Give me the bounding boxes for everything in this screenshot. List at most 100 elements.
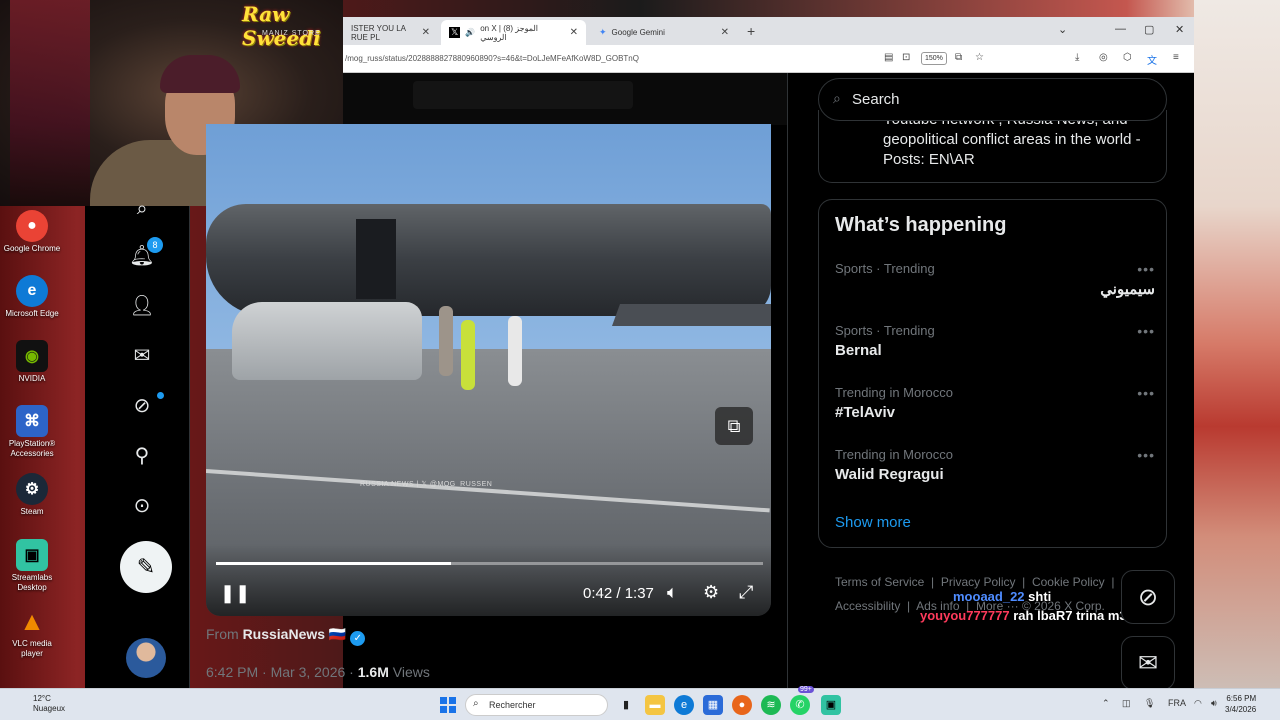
trend-category: Trending in Morocco xyxy=(835,447,954,462)
desktop-icon-playstation[interactable]: ⌘ PlayStation® Accessories xyxy=(2,405,62,459)
more-icon[interactable]: ⊙ xyxy=(129,493,155,519)
fullscreen-icon[interactable]: ⤢ xyxy=(739,582,753,603)
firefox-icon[interactable]: ● xyxy=(732,695,752,715)
footer-link-cookies[interactable]: Cookie Policy xyxy=(1032,575,1105,589)
extensions-icon[interactable]: ⬡ xyxy=(1123,52,1132,63)
volume-icon[interactable]: 🔈︎ xyxy=(667,582,678,603)
chat-message: shti xyxy=(1028,589,1052,604)
tab-gemini[interactable]: ✦ Google Gemini ✕ xyxy=(591,20,737,45)
close-tab-icon[interactable]: ✕ xyxy=(721,27,729,38)
desktop-icon-steam[interactable]: ⚙ Steam xyxy=(2,473,62,517)
from-label: From xyxy=(206,626,239,642)
desktop-icon-chrome[interactable]: ● Google Chrome xyxy=(2,210,62,254)
tab-list-chevron-icon[interactable]: ⌄ xyxy=(1058,23,1067,36)
footer-link-terms[interactable]: Terms of Service xyxy=(835,575,924,589)
desktop-icon-nvidia[interactable]: ◉ NVIDIA xyxy=(2,340,62,384)
speaker-icon[interactable]: 🔊︎ xyxy=(1211,698,1217,709)
taskbar-search[interactable]: ⌕ Rechercher xyxy=(465,694,608,716)
video-player[interactable]: RUSSIA NEWS | 𝕏 @MOG_RUSSEN ⧉ ❚❚ 0:42 / … xyxy=(206,124,771,616)
video-person xyxy=(508,316,522,386)
bookmark-star-icon[interactable]: ☆ xyxy=(975,52,984,63)
clock[interactable]: 6:56 PM 3/4/2026 xyxy=(1225,693,1256,715)
video-watermark: RUSSIA NEWS | 𝕏 @MOG_RUSSEN xyxy=(360,481,493,488)
task-view-icon[interactable]: ▮ xyxy=(616,695,636,715)
source-account-link[interactable]: RussiaNews 🇷🇺 xyxy=(243,626,347,642)
messages-icon[interactable]: ✉ xyxy=(129,343,155,369)
trend-name: Bernal xyxy=(835,342,882,359)
post-button[interactable]: ✎ xyxy=(120,541,172,593)
profile-icon[interactable]: ⚲ xyxy=(129,443,155,469)
file-explorer-icon[interactable]: ▬ xyxy=(645,695,665,715)
video-jet xyxy=(206,204,771,316)
more-options-icon[interactable]: ••• xyxy=(1137,261,1155,277)
store-icon[interactable]: ▦ xyxy=(703,695,723,715)
pip-icon[interactable]: ⧉ xyxy=(715,407,753,445)
trend-item[interactable]: Trending in Morocco Walid Regragui ••• xyxy=(835,447,1155,483)
messages-floating-button[interactable]: ✉ xyxy=(1121,636,1175,690)
grok-icon[interactable]: ⊘ xyxy=(129,393,155,419)
maximize-button[interactable]: ▢ xyxy=(1144,23,1154,36)
edge-icon[interactable]: e xyxy=(674,695,694,715)
tab-bar: ISTER YOU LA RUE PL ✕ 𝕏 🔊 on X | (8) الم… xyxy=(343,17,1194,45)
menu-icon[interactable]: ≡ xyxy=(1173,52,1179,63)
new-tab-button[interactable]: + xyxy=(747,23,755,39)
tab-x-post[interactable]: 𝕏 🔊 on X | (8) الموجز الروسي ✕ xyxy=(441,20,586,45)
trend-category: Sports · Trending xyxy=(835,323,935,338)
footer-link-privacy[interactable]: Privacy Policy xyxy=(941,575,1016,589)
playstation-icon: ⌘ xyxy=(16,405,48,437)
video-progress-bar[interactable] xyxy=(216,562,763,565)
follow-icon[interactable]: 👤︎ xyxy=(129,293,155,319)
more-options-icon[interactable]: ••• xyxy=(1137,447,1155,463)
trend-item[interactable]: Trending in Morocco #TelAviv ••• xyxy=(835,385,1155,421)
tab-streamer[interactable]: ISTER YOU LA RUE PL ✕ xyxy=(343,20,438,45)
wallpaper-right-strip xyxy=(1194,0,1280,688)
show-more-link[interactable]: Show more xyxy=(835,514,911,531)
spotify-icon[interactable]: ≋ xyxy=(761,695,781,715)
screenshot-icon[interactable]: ⊡ xyxy=(902,52,910,63)
translator-extension-icon[interactable]: 文 xyxy=(1147,52,1157,67)
avatar[interactable] xyxy=(126,638,166,678)
explore-icon[interactable]: ⌕ xyxy=(129,196,155,214)
close-tab-icon[interactable]: ✕ xyxy=(570,27,578,38)
whatsapp-icon[interactable]: ✆ xyxy=(790,695,810,715)
post-timestamp[interactable]: 6:42 PM · Mar 3, 2026 · xyxy=(206,664,358,680)
mic-icon[interactable]: 🎙︎ xyxy=(1144,698,1155,709)
webcam-lights xyxy=(10,0,90,206)
language-indicator[interactable]: FRA xyxy=(1168,698,1186,708)
footer-link-accessibility[interactable]: Accessibility xyxy=(835,599,900,613)
audio-icon[interactable]: 🔊 xyxy=(465,28,475,37)
trend-item[interactable]: Sports · Trending سيميوني ••• xyxy=(835,261,1155,298)
streamlabs-icon[interactable]: ▣ xyxy=(821,695,841,715)
video-person xyxy=(439,306,453,376)
minimize-button[interactable]: — xyxy=(1115,23,1126,35)
chrome-icon: ● xyxy=(16,210,48,242)
wifi-icon[interactable]: ◠ xyxy=(1194,698,1202,709)
url-text[interactable]: /mog_russ/status/2028888827880960890?s=4… xyxy=(345,54,639,63)
trend-item[interactable]: Sports · Trending Bernal ••• xyxy=(835,323,1155,359)
search-icon: ⌕ xyxy=(833,90,841,106)
address-bar[interactable]: /mog_russ/status/2028888827880960890?s=4… xyxy=(343,45,1194,73)
close-window-button[interactable]: ✕ xyxy=(1175,23,1184,36)
vlc-icon: ▲ xyxy=(19,605,45,636)
desktop-icon-vlc[interactable]: ▲ VLC media player xyxy=(2,605,62,659)
weather-widget[interactable]: 12°C Nuageux xyxy=(33,694,65,714)
tray-chevron-icon[interactable]: ⌃ xyxy=(1102,698,1110,709)
desktop-icon-streamlabs[interactable]: ▣ Streamlabs Desktop xyxy=(2,539,62,593)
pause-icon[interactable]: ❚❚ xyxy=(220,583,250,604)
start-button[interactable] xyxy=(440,697,456,713)
desktop-icon-label: Google Chrome xyxy=(3,244,61,253)
more-options-icon[interactable]: ••• xyxy=(1137,323,1155,339)
close-tab-icon[interactable]: ✕ xyxy=(422,27,430,38)
download-icon[interactable]: ⤓ xyxy=(1075,52,1079,63)
search-input[interactable]: ⌕ Search xyxy=(818,78,1167,121)
zoom-level[interactable]: 150% xyxy=(921,52,947,65)
desktop-icon-label: Streamlabs Desktop xyxy=(11,573,53,592)
reader-icon[interactable]: ▤ xyxy=(884,52,893,63)
translate-icon[interactable]: ⧉ xyxy=(955,52,962,63)
more-options-icon[interactable]: ••• xyxy=(1137,385,1155,401)
account-icon[interactable]: ◎ xyxy=(1099,52,1108,63)
grok-floating-button[interactable]: ⊘ xyxy=(1121,570,1175,624)
desktop-icon-edge[interactable]: e Microsoft Edge xyxy=(2,275,62,319)
network-icon[interactable]: ◫ xyxy=(1122,698,1131,709)
settings-gear-icon[interactable]: ⚙ xyxy=(703,582,719,603)
